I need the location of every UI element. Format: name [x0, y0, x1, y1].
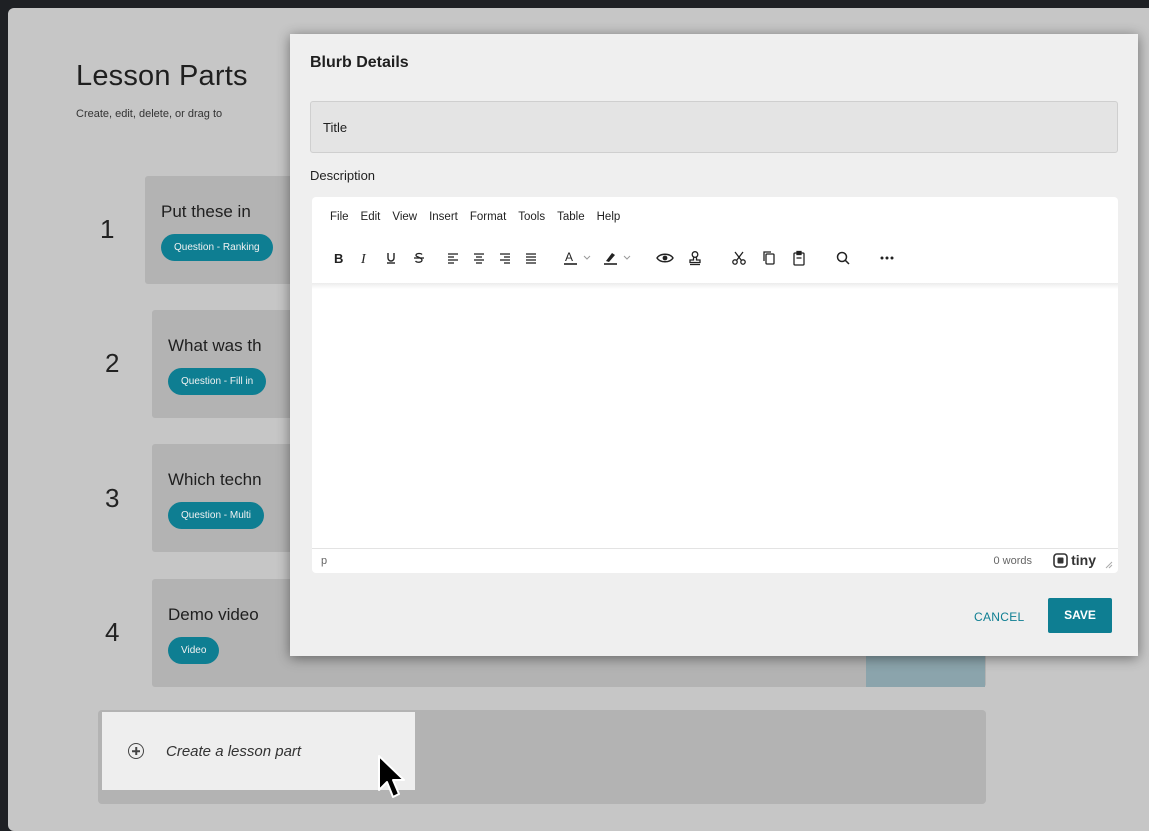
resize-grip-icon[interactable]: [1105, 561, 1113, 569]
menu-insert[interactable]: Insert: [429, 211, 458, 223]
part-number: 4: [105, 617, 120, 647]
plus-circle-icon: [128, 743, 144, 759]
stamp-icon[interactable]: [680, 246, 710, 270]
toolbar-divider: [312, 283, 1118, 289]
italic-icon[interactable]: I: [352, 246, 378, 270]
menu-help[interactable]: Help: [597, 211, 621, 223]
page-subtitle: Create, edit, delete, or drag to: [76, 108, 223, 120]
underline-icon[interactable]: [378, 246, 404, 270]
align-justify-icon[interactable]: [518, 246, 544, 270]
cancel-button[interactable]: CANCEL: [974, 600, 1024, 634]
editor-toolbar: B I A: [326, 245, 902, 271]
word-count[interactable]: 0 words: [993, 555, 1032, 567]
part-type-badge: Video: [168, 637, 220, 664]
part-title: What was th: [168, 336, 262, 355]
part-title: Put these in: [161, 202, 251, 221]
strikethrough-icon[interactable]: [404, 246, 434, 270]
paste-icon[interactable]: [784, 246, 814, 270]
menu-edit[interactable]: Edit: [361, 211, 381, 223]
save-button[interactable]: SAVE: [1048, 598, 1112, 633]
text-color-icon[interactable]: A: [560, 246, 600, 270]
tiny-logo-icon: [1053, 552, 1068, 568]
part-title: Demo video: [168, 605, 259, 624]
editor-statusbar: p 0 words tiny: [312, 548, 1118, 573]
svg-text:A: A: [565, 250, 573, 264]
menu-format[interactable]: Format: [470, 211, 506, 223]
part-type-badge: Question - Multi: [168, 502, 265, 529]
dialog-title: Blurb Details: [310, 54, 409, 71]
part-number: 3: [105, 483, 120, 513]
title-input[interactable]: [310, 101, 1118, 153]
svg-text:B: B: [334, 251, 343, 265]
tiny-brand-text: tiny: [1071, 552, 1096, 568]
blurb-details-dialog: Blurb Details Description File Edit View…: [290, 34, 1138, 656]
align-left-icon[interactable]: [440, 246, 466, 270]
part-type-badge: Question - Fill in: [168, 368, 267, 395]
part-title: Which techn: [168, 470, 262, 489]
bold-icon[interactable]: B: [326, 246, 352, 270]
lesson-part-card[interactable]: What was th Question - Fill in: [152, 310, 312, 418]
copy-icon[interactable]: [754, 246, 784, 270]
mouse-cursor-icon: [378, 755, 405, 798]
menu-tools[interactable]: Tools: [518, 211, 545, 223]
part-number: 2: [105, 348, 120, 378]
align-right-icon[interactable]: [492, 246, 518, 270]
element-path[interactable]: p: [321, 555, 327, 567]
preview-icon[interactable]: [650, 246, 680, 270]
menu-table[interactable]: Table: [557, 211, 585, 223]
svg-text:I: I: [360, 252, 367, 265]
cut-icon[interactable]: [724, 246, 754, 270]
lesson-part-card[interactable]: Which techn Question - Multi: [152, 444, 312, 552]
search-icon[interactable]: [828, 246, 858, 270]
description-label: Description: [310, 168, 376, 183]
tiny-logo[interactable]: tiny: [1053, 552, 1096, 568]
part-number: 1: [100, 214, 115, 244]
rich-text-editor: File Edit View Insert Format Tools Table…: [312, 197, 1118, 573]
highlight-color-icon[interactable]: [600, 246, 640, 270]
lesson-part-card[interactable]: Put these in Question - Ranking: [145, 176, 305, 284]
align-center-icon[interactable]: [466, 246, 492, 270]
menu-file[interactable]: File: [330, 211, 349, 223]
create-lesson-part-label: Create a lesson part: [166, 742, 302, 760]
more-icon[interactable]: [872, 246, 902, 270]
part-type-badge: Question - Ranking: [161, 234, 273, 261]
page-title: Lesson Parts: [76, 60, 248, 92]
create-lesson-part-button[interactable]: Create a lesson part: [102, 712, 415, 790]
editor-menubar: File Edit View Insert Format Tools Table…: [330, 211, 620, 223]
menu-view[interactable]: View: [392, 211, 417, 223]
